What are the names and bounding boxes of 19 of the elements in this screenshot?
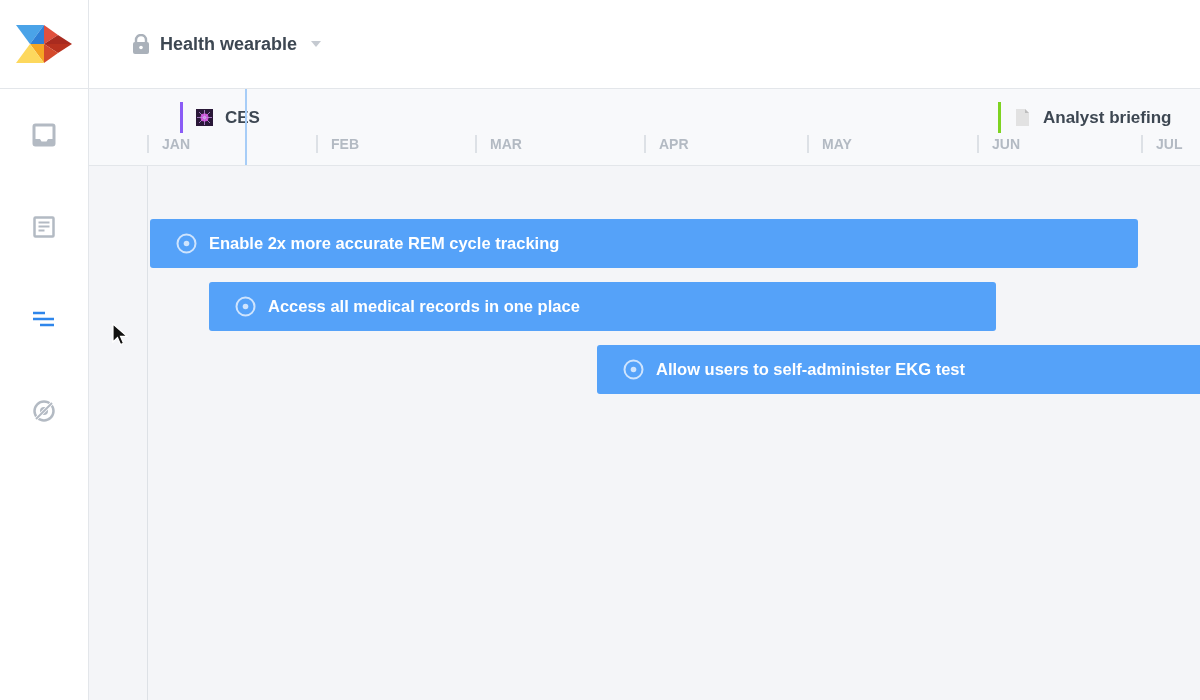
inbox-icon[interactable] xyxy=(32,123,56,147)
month-label: JUN xyxy=(977,135,1141,153)
target-icon xyxy=(176,233,197,254)
target-icon xyxy=(623,359,644,380)
hidden-icon[interactable] xyxy=(32,399,56,423)
month-label: MAY xyxy=(807,135,977,153)
month-label: APR xyxy=(644,135,807,153)
document-icon[interactable] xyxy=(32,215,56,239)
milestone-label[interactable]: Analyst briefing xyxy=(1043,107,1172,128)
month-label: FEB xyxy=(316,135,475,153)
caret-icon[interactable] xyxy=(311,41,322,47)
month-label: MAR xyxy=(475,135,644,153)
target-icon xyxy=(235,296,256,317)
month-label: JUL xyxy=(1141,135,1200,153)
project-title[interactable]: Health wearable xyxy=(160,33,298,55)
logo[interactable] xyxy=(16,25,72,63)
cursor-icon xyxy=(112,323,128,347)
document-icon xyxy=(1014,109,1031,126)
firework-icon xyxy=(196,109,213,126)
